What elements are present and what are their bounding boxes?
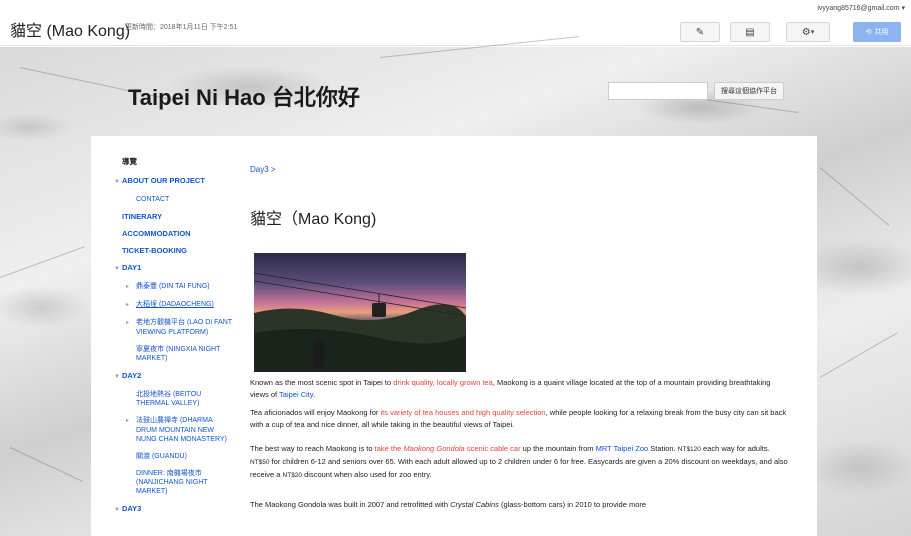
chevron-down-icon: ▾: [810, 29, 815, 36]
nav-item-ningxia[interactable]: 寧夏夜市 (NINGXIA NIGHT MARKET): [136, 345, 234, 363]
share-label: 共用: [874, 29, 889, 36]
gondola-illustration: [254, 272, 466, 372]
paragraph-intro: Known as the most scenic spot in Taipei …: [250, 378, 771, 399]
nav-item-day2[interactable]: ▼ DAY2: [114, 371, 234, 382]
nav-item-nanjichang[interactable]: DINNER: 南機場夜市 (NANJICHANG NIGHT MARKET): [136, 469, 234, 496]
collapse-arrow-icon[interactable]: ▼: [114, 506, 122, 515]
site-search-input[interactable]: [608, 82, 708, 100]
breadcrumb[interactable]: Day3 >: [250, 165, 276, 174]
gear-icon: ⚙: [801, 26, 811, 38]
expand-arrow-icon[interactable]: ▸: [126, 301, 136, 310]
nav-item-day1[interactable]: ▼ DAY1: [114, 263, 234, 274]
tea-houses-link[interactable]: its variety of tea houses and high quali…: [381, 408, 546, 417]
collapse-arrow-icon[interactable]: ▼: [114, 178, 122, 187]
paragraph-gondola: The best way to reach Maokong is to take…: [250, 444, 788, 479]
nav-item-lao-di-fang[interactable]: ▸ 老地方觀機平台 (LAO DI FANT VIEWING PLATFORM): [126, 318, 234, 337]
editor-toolbar: 貓空 (Mao Kong) 更新時間：2018年1月11日 下午2:51 ivy…: [0, 0, 911, 46]
nav-item-dadaocheng[interactable]: ▸ 大稻埕 (DADAOCHENG): [126, 300, 234, 310]
taipei-city-link[interactable]: Taipei City: [279, 390, 313, 399]
collapse-arrow-icon[interactable]: ▼: [114, 265, 122, 274]
account-email: ivyyang85716@gmail.com: [817, 5, 900, 12]
account-menu[interactable]: ivyyang85716@gmail.com ▾: [817, 4, 905, 12]
site-title[interactable]: Taipei Ni Hao 台北你好: [128, 80, 360, 112]
page-title: 貓空（Mao Kong): [250, 211, 377, 228]
new-page-button[interactable]: ▤: [730, 22, 770, 42]
maokong-gondola-photo: [254, 253, 466, 372]
gondola-link[interactable]: take the Maokong Gondola scenic cable ca…: [375, 444, 521, 453]
doc-title: 貓空 (Mao Kong): [10, 23, 131, 40]
expand-arrow-icon[interactable]: ▸: [126, 417, 136, 426]
share-icon: ⟲: [865, 29, 872, 36]
nav-item-contact[interactable]: CONTACT: [136, 195, 234, 204]
sidebar-nav: 導覽 ▼ ABOUT OUR PROJECT CONTACT ITINERARY …: [114, 156, 234, 523]
collapse-arrow-icon[interactable]: ▼: [114, 373, 122, 382]
chevron-down-icon: ▾: [901, 5, 905, 12]
nav-item-about[interactable]: ▼ ABOUT OUR PROJECT: [114, 176, 234, 187]
share-button[interactable]: ⟲ 共用: [853, 22, 901, 42]
nav-item-day3[interactable]: ▼ DAY3: [114, 504, 234, 515]
nav-item-accommodation[interactable]: ACCOMMODATION: [122, 229, 234, 238]
nav-item-din-tai-fung[interactable]: ▸ 鼎泰豐 (DIN TAI FUNG): [126, 282, 234, 292]
mrt-taipei-zoo-link[interactable]: MRT Taipei Zoo: [596, 444, 649, 453]
page-icon: ▤: [745, 26, 755, 38]
expand-arrow-icon[interactable]: ▸: [126, 283, 136, 292]
last-updated: 更新時間：2018年1月11日 下午2:51: [125, 24, 238, 31]
nav-item-guandu[interactable]: 關渡 (GUANDU): [136, 452, 234, 461]
nav-item-dharma-drum[interactable]: ▸ 法鼓山農禪寺 (DHARMA DRUM MOUNTAIN NEW NUNG C…: [126, 416, 234, 444]
tea-link[interactable]: drink quality, locally grown tea: [393, 378, 493, 387]
edit-button[interactable]: ✎: [680, 22, 720, 42]
nav-item-ticket-booking[interactable]: TICKET-BOOKING: [122, 246, 234, 255]
expand-arrow-icon[interactable]: ▸: [126, 319, 136, 328]
paragraph-tea: Tea aficionados will enjoy Maokong for i…: [250, 408, 787, 429]
nav-heading: 導覽: [122, 157, 137, 166]
nav-item-beitou[interactable]: 北投地熱谷 (BEITOU THERMAL VALLEY): [136, 390, 234, 408]
paragraph-history: The Maokong Gondola was built in 2007 an…: [250, 500, 647, 509]
pencil-icon: ✎: [695, 26, 705, 38]
settings-button[interactable]: ⚙ ▾: [786, 22, 830, 42]
site-search-button[interactable]: 搜尋這個協作平台: [714, 82, 784, 100]
nav-item-itinerary[interactable]: ITINERARY: [122, 212, 234, 221]
